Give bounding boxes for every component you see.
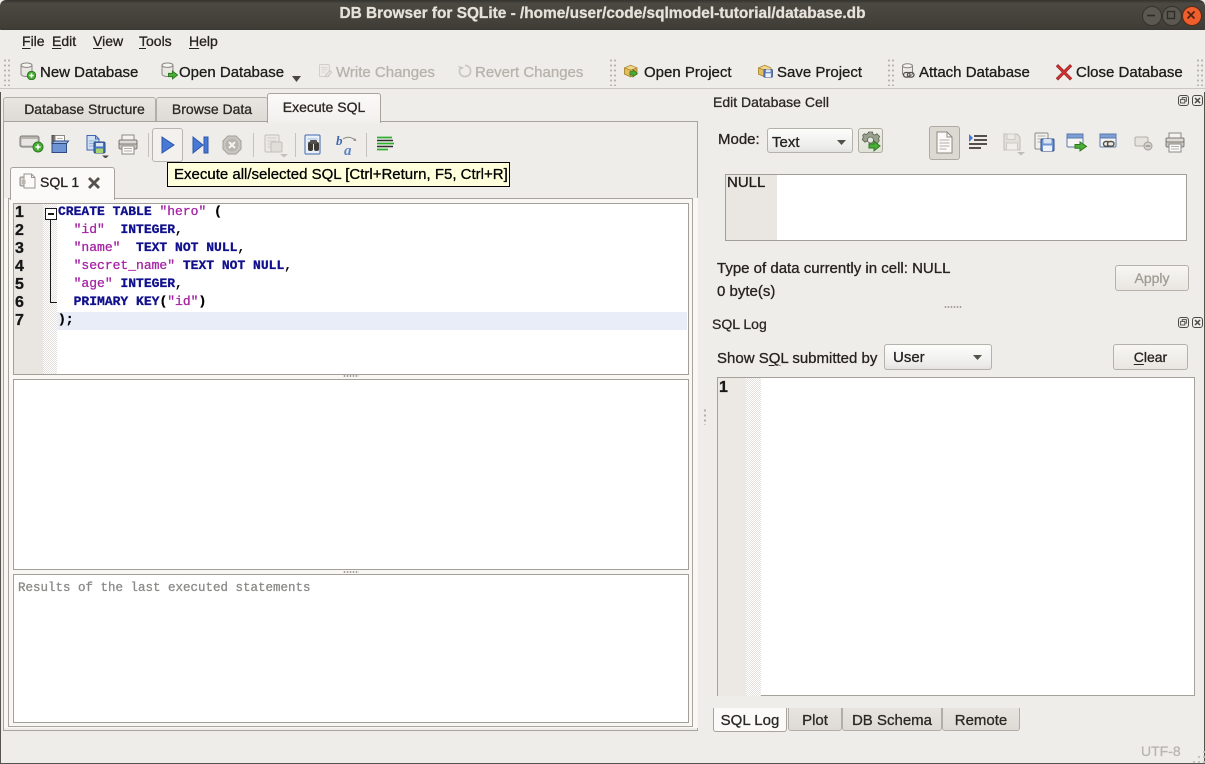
svg-text:b: b — [336, 133, 343, 148]
svg-text:a: a — [344, 143, 352, 158]
